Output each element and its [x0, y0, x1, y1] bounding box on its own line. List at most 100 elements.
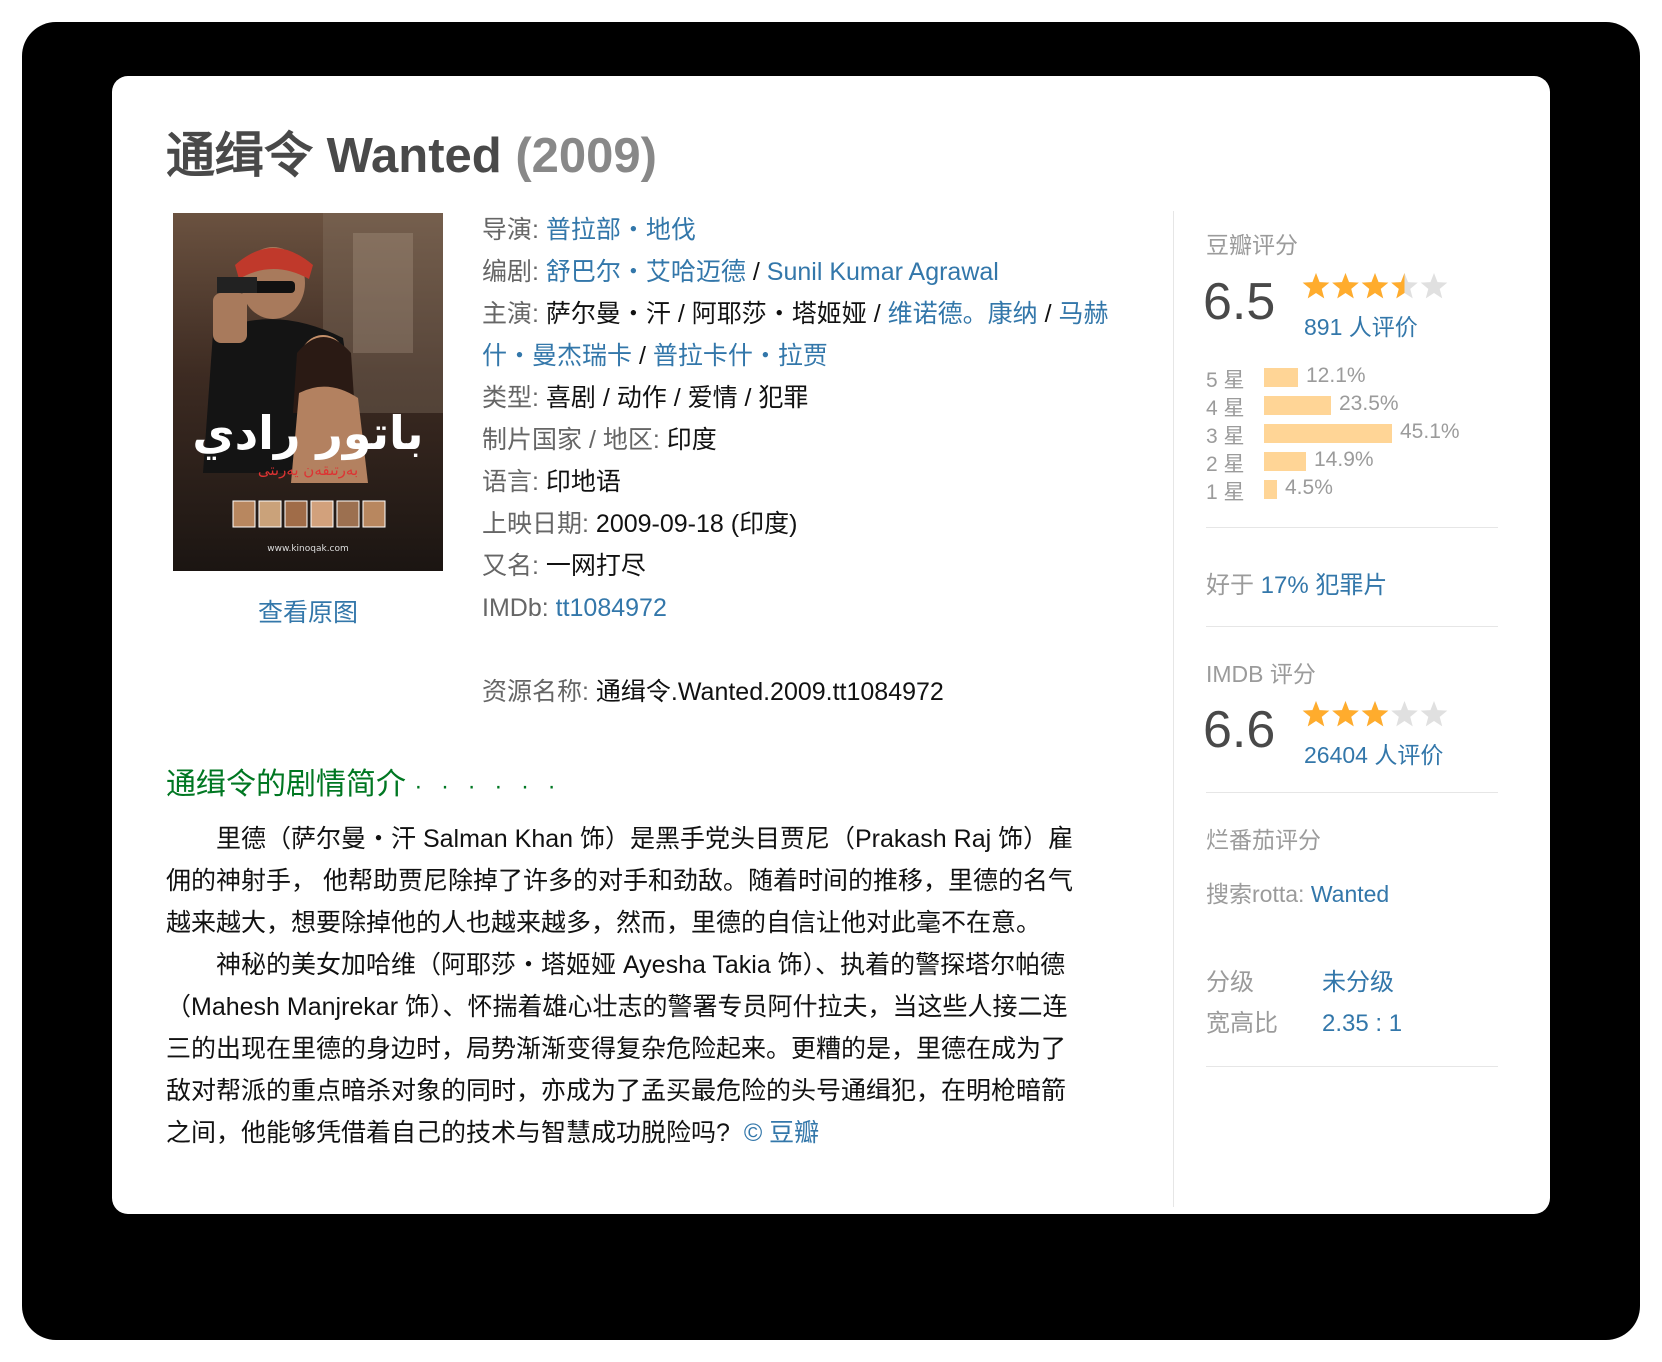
meta-aspect-row: 宽高比 2.35 : 1: [1206, 1003, 1402, 1038]
release-value: 2009-09-18 (印度): [595, 510, 798, 538]
movie-info: 导演: 普拉部・地伐 编剧: 舒巴尔・艾哈迈德 / Sunil Kumar Ag…: [482, 209, 1142, 713]
writer-link-1[interactable]: 舒巴尔・艾哈迈德: [546, 258, 746, 286]
star-empty: [1420, 273, 1448, 299]
imdb-label: IMDb: [482, 594, 542, 622]
rotten-search-link[interactable]: Wanted: [1311, 881, 1389, 907]
dist-bar: [1264, 396, 1331, 415]
release-colon: :: [582, 510, 589, 538]
star-filled: [1332, 701, 1359, 727]
cast-colon: :: [532, 300, 539, 328]
info-cast: 主演: 萨尔曼・汗 / 阿耶莎・塔姬娅 / 维诺德。康纳 / 马赫什・曼杰瑞卡 …: [482, 293, 1142, 377]
page-title: 通缉令 Wanted (2009): [166, 116, 657, 187]
dist-percent: 12.1%: [1306, 364, 1366, 387]
info-country: 制片国家 / 地区: 印度: [482, 419, 1142, 461]
summary-body: 里德（萨尔曼・汗 Salman Khan 饰）是黑手党头目贾尼（Prakash …: [166, 818, 1076, 1154]
star-filled: [1361, 273, 1389, 299]
better-than-link[interactable]: 17% 犯罪片: [1261, 572, 1388, 599]
view-original-link[interactable]: 查看原图: [173, 593, 443, 629]
star-filled: [1361, 701, 1389, 727]
movie-year: (2009): [515, 129, 657, 183]
aka-label: 又名: [482, 552, 533, 580]
resource-value: 通缉令.Wanted.2009.tt1084972: [595, 678, 944, 706]
cast-link-1[interactable]: 萨尔曼・汗: [546, 300, 671, 328]
star-rating-icon: [1302, 701, 1448, 727]
country-value: 印度: [666, 426, 717, 454]
dist-percent: 23.5%: [1339, 392, 1399, 415]
poster-image: باتور رادي بەرتىقەن يەرىتى www.kinoqak.c…: [173, 213, 443, 571]
dist-bar: [1264, 368, 1298, 387]
movie-card: 通缉令 Wanted (2009) باتور رادي بەرتىقەن يە…: [112, 76, 1550, 1214]
rotten-search: 搜索rotta: Wanted: [1206, 875, 1389, 909]
info-language: 语言: 印地语: [482, 461, 1142, 503]
summary-paragraph-2: 神秘的美女加哈维（阿耶莎・塔姬娅 Ayesha Takia 饰）、执着的警探塔尔…: [166, 944, 1076, 1154]
aka-colon: :: [532, 552, 539, 580]
separator: /: [632, 342, 653, 370]
column-divider: [1173, 211, 1174, 1207]
section-divider: [1206, 527, 1498, 528]
dist-label: 2 星: [1206, 453, 1245, 476]
imdb-rating-label: IMDB 评分: [1206, 661, 1316, 687]
star-empty: [1420, 701, 1448, 727]
star-filled: [1302, 701, 1330, 727]
rotten-rating-label: 烂番茄评分: [1206, 827, 1321, 853]
dist-percent: 14.9%: [1314, 448, 1374, 471]
star-empty: [1391, 701, 1418, 727]
cast-link-2[interactable]: 阿耶莎・塔姬娅: [692, 300, 867, 328]
better-than: 好于 17% 犯罪片: [1206, 565, 1387, 600]
dist-label: 4 星: [1206, 397, 1245, 420]
resource-colon: :: [582, 678, 589, 706]
writer-colon: :: [532, 258, 539, 286]
summary-heading-text: 通缉令的剧情简介: [166, 768, 406, 801]
info-resource: 资源名称: 通缉令.Wanted.2009.tt1084972: [482, 671, 1142, 713]
genre-colon: :: [532, 384, 539, 412]
dist-percent: 4.5%: [1285, 476, 1333, 499]
director-label: 导演: [482, 216, 533, 244]
douban-score: 6.5: [1203, 273, 1276, 331]
dist-label: 5 星: [1206, 369, 1245, 392]
director-link[interactable]: 普拉部・地伐: [546, 216, 696, 244]
douban-rating-label: 豆瓣评分: [1206, 232, 1298, 258]
info-imdb: IMDb: tt1084972: [482, 587, 1142, 629]
dist-bar: [1264, 452, 1306, 471]
country-colon: :: [652, 426, 660, 454]
star-filled: [1302, 273, 1330, 299]
info-director: 导演: 普拉部・地伐: [482, 209, 1142, 251]
info-aka: 又名: 一网打尽: [482, 545, 1142, 587]
genre-value: 喜剧 / 动作 / 爱情 / 犯罪: [545, 384, 809, 412]
section-divider: [1206, 1066, 1498, 1067]
rotten-search-prefix: 搜索rotta:: [1206, 881, 1305, 907]
separator: /: [745, 258, 767, 286]
separator: /: [670, 300, 692, 328]
star-rating-icon: [1302, 273, 1448, 299]
movie-title: 通缉令 Wanted: [166, 129, 502, 183]
imdb-votes-link[interactable]: 26404 人评价: [1304, 736, 1443, 770]
writer-link-2[interactable]: Sunil Kumar Agrawal: [767, 258, 999, 286]
summary-heading-dots: · · · · · ·: [414, 773, 562, 800]
cast-link-3[interactable]: 维诺德。康纳: [888, 300, 1038, 328]
svg-text:بەرتىقەن يەرىتى: بەرتىقەن يەرىتى: [258, 461, 358, 479]
imdb-link[interactable]: tt1084972: [556, 594, 667, 622]
dist-bar: [1264, 480, 1277, 499]
movie-poster[interactable]: باتور رادي بەرتىقەن يەرىتى www.kinoqak.c…: [173, 213, 443, 571]
rating-distribution: 5 星 12.1% 4 星 23.5% 3 星 45.1% 2 星 14.9% …: [1206, 364, 1506, 504]
dist-label: 1 星: [1206, 481, 1245, 504]
release-label: 上映日期: [482, 510, 583, 538]
douban-votes-link[interactable]: 891 人评价: [1304, 308, 1418, 342]
writer-label: 编剧: [482, 258, 533, 286]
separator: /: [1037, 300, 1059, 328]
imdb-stars: [1302, 700, 1452, 730]
info-genre: 类型: 喜剧 / 动作 / 爱情 / 犯罪: [482, 377, 1142, 419]
douban-credit-link[interactable]: © 豆瓣: [744, 1119, 819, 1147]
aspect-ratio-label: 宽高比: [1206, 1010, 1278, 1037]
aspect-ratio-value[interactable]: 2.35 : 1: [1322, 1010, 1402, 1037]
summary-paragraph-2-text: 神秘的美女加哈维（阿耶莎・塔姬娅 Ayesha Takia 饰）、执着的警探塔尔…: [166, 951, 1068, 1147]
genre-label: 类型: [482, 384, 533, 412]
svg-text:www.kinoqak.com: www.kinoqak.com: [267, 544, 349, 554]
cast-link-5[interactable]: 普拉卡什・拉贾: [653, 342, 828, 370]
rating-class-value[interactable]: 未分级: [1322, 969, 1394, 996]
rating-class-label: 分级: [1206, 969, 1254, 996]
better-than-prefix: 好于: [1206, 572, 1254, 599]
cast-label: 主演: [482, 300, 533, 328]
meta-rating-row: 分级 未分级: [1206, 962, 1394, 997]
section-divider: [1206, 792, 1498, 793]
